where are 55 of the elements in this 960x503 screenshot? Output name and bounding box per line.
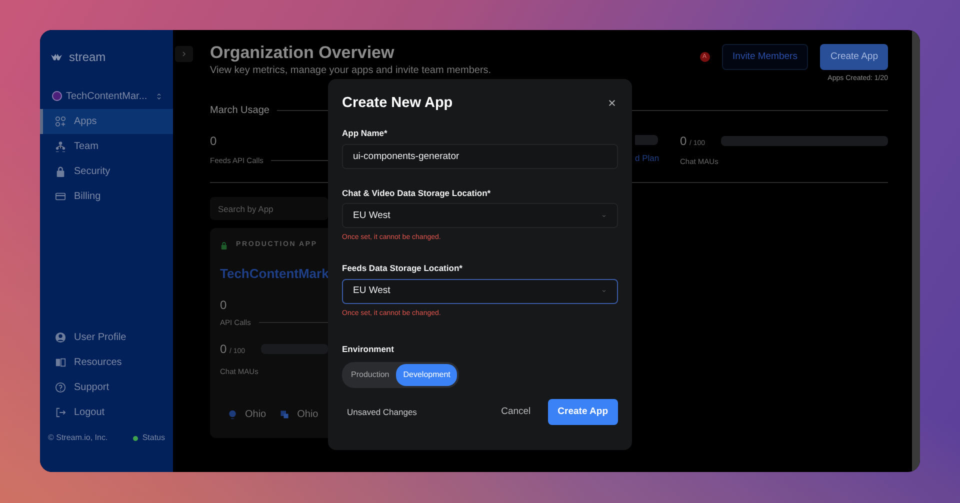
lock-icon — [55, 166, 66, 177]
people-icon — [55, 141, 66, 152]
sidebar-item[interactable]: Apps — [40, 109, 173, 134]
close-icon — [608, 98, 616, 107]
region-label: Ohio — [297, 408, 318, 422]
page-title: Organization Overview — [210, 44, 396, 63]
sidebar-item[interactable]: Billing — [40, 184, 173, 209]
copyright-text: © Stream.io, Inc. — [48, 432, 108, 444]
usage-bar — [635, 134, 658, 145]
chevron-updown-icon — [156, 92, 162, 100]
close-button[interactable] — [608, 98, 618, 109]
invite-members-button[interactable]: Invite Members — [722, 44, 808, 70]
create-app-button[interactable]: Create App — [820, 44, 888, 70]
sidebar-item[interactable]: User Profile — [40, 325, 173, 350]
org-avatar — [52, 91, 62, 101]
sidebar-toggle-button[interactable] — [175, 46, 193, 62]
dropdown-select[interactable]: EU West — [342, 278, 618, 304]
unsaved-status-text: Unsaved Changes — [346, 406, 417, 418]
section-title: March Usage — [210, 104, 270, 118]
field-label: Environment — [342, 343, 395, 356]
dropdown-select[interactable]: EU West — [342, 203, 618, 228]
chevron-right-icon — [181, 51, 187, 57]
create-app-button[interactable]: Create App — [548, 398, 618, 425]
modal-title: Create New App — [342, 94, 453, 113]
metric-value: 0 — [210, 132, 218, 150]
status-dot — [133, 436, 138, 440]
status-link[interactable]: Status — [133, 432, 165, 444]
segment-option[interactable]: Production — [344, 364, 396, 386]
sidebar-item[interactable]: Security — [40, 159, 173, 184]
lock-icon — [220, 240, 228, 250]
help-icon — [55, 382, 66, 393]
field-label: Feeds Data Storage Location* — [342, 262, 464, 274]
region-label: Ohio — [245, 408, 266, 422]
page-subtitle: View key metrics, manage your apps and invite team members. — [210, 64, 492, 78]
field-label: Chat & Video Data Storage Location* — [342, 186, 492, 200]
sidebar-item[interactable]: Team — [40, 134, 173, 159]
chevron-down-icon — [601, 289, 607, 293]
scrollbar[interactable] — [912, 30, 920, 472]
sidebar-item[interactable]: Resources — [40, 350, 173, 375]
credit-card-icon — [55, 191, 66, 202]
segment-option[interactable]: Development — [396, 364, 458, 386]
logo-text: stream — [69, 49, 106, 66]
sidebar-item[interactable]: Logout — [40, 400, 173, 425]
text-input[interactable]: ui-components-generator — [342, 144, 618, 168]
org-switcher[interactable]: TechContentMar... — [52, 89, 162, 103]
sidebar-item[interactable]: Support — [40, 375, 173, 400]
cancel-button[interactable]: Cancel — [501, 404, 531, 419]
grid-icon — [55, 116, 66, 127]
field-label: App Name* — [342, 126, 388, 140]
logout-icon — [55, 407, 66, 418]
user-icon — [55, 332, 66, 343]
metric-value: 0 — [220, 297, 228, 314]
chevron-down-icon — [601, 214, 607, 218]
book-icon — [55, 357, 66, 368]
search-field[interactable]: Search by App — [210, 197, 328, 220]
